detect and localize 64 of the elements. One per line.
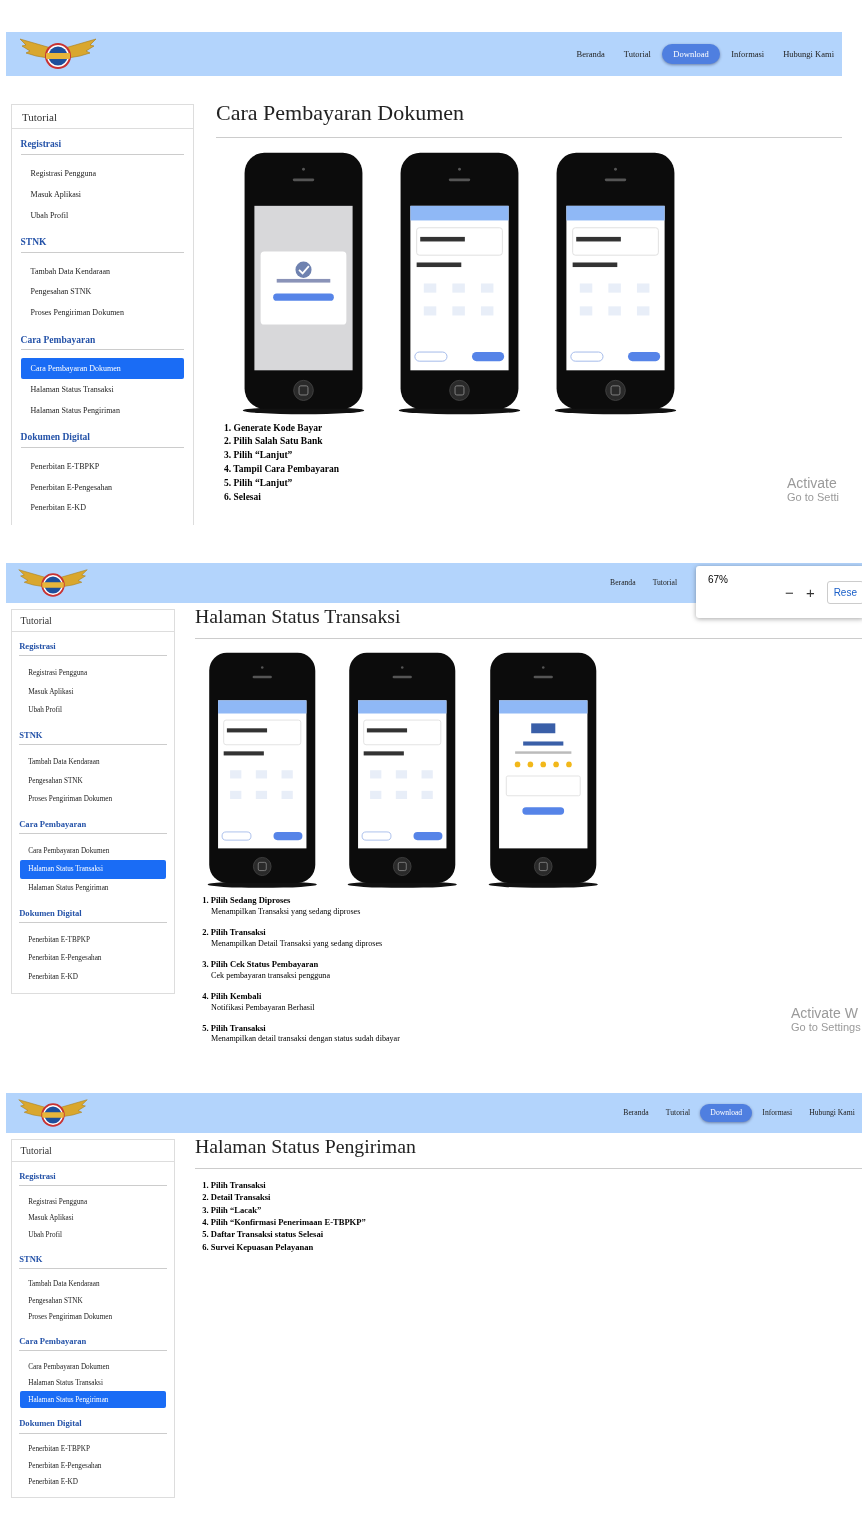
zoom-out-button[interactable]: − xyxy=(779,583,800,601)
sidebar-heading: STNK xyxy=(19,1244,167,1269)
step-description: Cek pembayaran transaksi pengguna xyxy=(210,970,330,982)
activation-notice-title: Activate W xyxy=(791,1004,859,1021)
sidebar-heading: Cara Pembayaran xyxy=(19,1326,167,1352)
sidebar-heading: Registrasi xyxy=(20,129,185,156)
step-title: 4. Tampil Cara Pembayaran xyxy=(224,462,340,476)
sidebar-heading: Dokumen Digital xyxy=(19,1408,167,1434)
step-title: 1. Generate Kode Bayar xyxy=(224,421,323,435)
sidebar-title: Tutorial xyxy=(11,609,175,632)
step-title: 6. Survei Kepuasan Pelayanan xyxy=(202,1240,314,1254)
nav-link[interactable]: Beranda xyxy=(576,44,605,64)
step-title: 4. Pilih Kembali xyxy=(202,990,262,1003)
sidebar-title: Tutorial xyxy=(12,105,193,129)
sidebar-heading: Registrasi xyxy=(19,1161,167,1187)
sidebar-heading: Registrasi xyxy=(19,631,167,657)
step-description: Menampilkan Transaksi yang sedang diproses xyxy=(210,906,361,918)
sidebar-item[interactable]: Proses Pengiriman Dokumen xyxy=(21,302,184,324)
step-title: 2. Pilih Salah Satu Bank xyxy=(224,435,323,449)
step-description: Notifikasi Pembayaran Berhasil xyxy=(210,1002,315,1014)
page-title: Cara Pembayaran Dokumen xyxy=(216,99,842,138)
sidebar-item[interactable]: Pengesahan STNK xyxy=(21,281,184,303)
nav-link[interactable]: Informasi xyxy=(731,44,765,64)
step-title: 1. Pilih Transaksi xyxy=(202,1178,266,1192)
step-title: 1. Pilih Sedang Diproses xyxy=(202,894,291,907)
sidebar-item[interactable]: Halaman Status Pengiriman xyxy=(21,399,184,421)
activation-notice-text: Go to Setti xyxy=(787,490,840,503)
zoom-level: 67% xyxy=(708,574,729,585)
sidebar-item[interactable]: Penerbitan E-KD xyxy=(21,497,184,519)
sidebar-heading: Dokumen Digital xyxy=(19,898,167,924)
sidebar-heading: Cara Pembayaran xyxy=(20,324,185,351)
activation-notice-title: Activate xyxy=(787,474,838,491)
step-title: 3. Pilih “Lacak” xyxy=(202,1203,262,1216)
step-title: 3. Pilih “Lanjut” xyxy=(224,449,293,463)
nav-link[interactable]: Download xyxy=(662,44,720,64)
sidebar-item[interactable]: Cara Pembayaran Dokumen xyxy=(21,358,184,380)
sidebar-item[interactable]: Ubah Profil xyxy=(21,204,184,226)
sidebar-title: Tutorial xyxy=(11,1139,175,1162)
zoom-in-button[interactable]: + xyxy=(799,583,821,601)
sidebar-heading: Cara Pembayaran xyxy=(19,809,167,835)
sidebar-item[interactable]: Penerbitan E-Pengesahan xyxy=(21,476,184,498)
page-title: Halaman Status Pengiriman xyxy=(195,1134,862,1169)
step-title: 2. Pilih Transaksi xyxy=(202,926,266,939)
activation-notice-text: Go to Settings xyxy=(791,1020,862,1033)
step-title: 6. Selesai xyxy=(224,490,261,504)
sidebar-item[interactable]: Penerbitan E-TBPKP xyxy=(21,455,184,477)
step-title: 4. Pilih “Konfirmasi Penerimaan E-TBPKP” xyxy=(202,1215,366,1229)
sidebar-heading: Dokumen Digital xyxy=(20,421,185,448)
step-description: Menampilkan Detail Transaksi yang sedang diproses xyxy=(210,938,383,950)
sidebar-heading: STNK xyxy=(19,720,167,746)
sidebar-item[interactable]: Tambah Data Kendaraan xyxy=(21,260,184,282)
step-description: Menampilkan detail transaksi dengan status sudah dibayar xyxy=(210,1034,400,1045)
step-title: 5. Pilih “Lanjut” xyxy=(224,476,293,490)
step-title: 2. Detail Transaksi xyxy=(202,1191,271,1204)
sidebar-item[interactable]: Masuk Aplikasi xyxy=(21,184,184,205)
sidebar-heading: STNK xyxy=(20,226,185,253)
sidebar-item[interactable]: Registrasi Pengguna xyxy=(21,163,184,184)
sidebar-item[interactable]: Halaman Status Transaksi xyxy=(21,379,184,400)
step-title: 3. Pilih Cek Status Pembayaran xyxy=(202,958,319,971)
reset-button[interactable]: Rese xyxy=(826,580,862,604)
step-title: 5. Pilih Transaksi xyxy=(202,1022,266,1035)
step-title: 5. Daftar Transaksi status Selesai xyxy=(202,1228,324,1241)
nav-link[interactable]: Hubungi Kami xyxy=(783,44,834,64)
nav-link[interactable]: Tutorial xyxy=(623,44,651,64)
